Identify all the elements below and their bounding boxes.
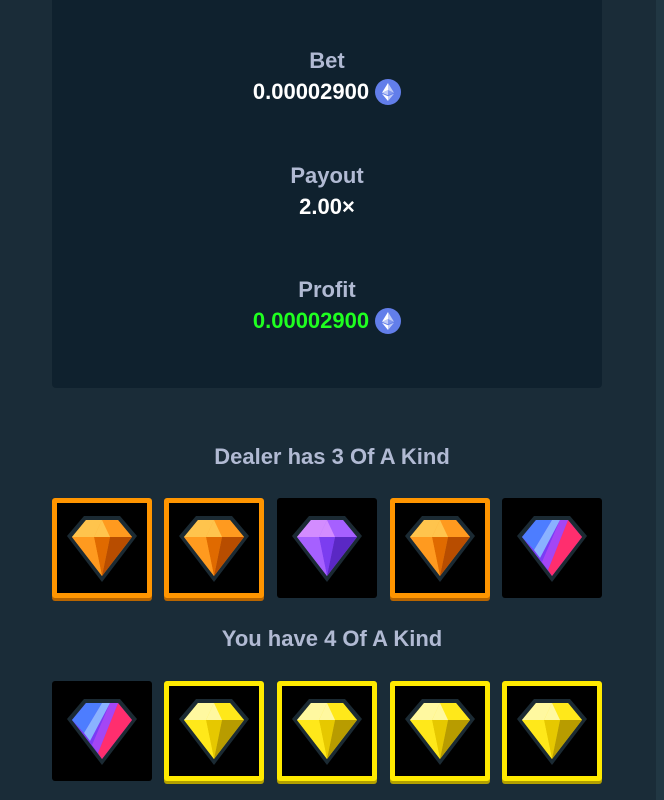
payout-value: 2.00× (299, 194, 355, 219)
dealer-card (52, 498, 152, 598)
yellow-gem-icon (517, 699, 587, 765)
bet-label: Bet (309, 48, 345, 73)
dealer-card (390, 498, 490, 598)
ethereum-icon (375, 308, 402, 334)
yellow-gem-icon (292, 699, 362, 765)
diamonds-game-view: Bet 0.00002900 Payout 2.00× Profit 0.000… (0, 0, 664, 800)
bet-value-row: 0.00002900 (252, 78, 402, 106)
player-card (390, 681, 490, 781)
dealer-card (277, 498, 377, 598)
yellow-gem-icon (179, 699, 249, 765)
player-card (52, 681, 152, 781)
profit-value-row: 0.00002900 (252, 307, 402, 335)
ethereum-icon (375, 79, 402, 105)
player-card (164, 681, 264, 781)
dealer-hand (52, 498, 602, 598)
bet-stat: Bet 0.00002900 (52, 48, 602, 106)
payout-label: Payout (290, 163, 364, 188)
player-card (502, 681, 602, 781)
profit-value: 0.00002900 (252, 308, 370, 333)
profit-label: Profit (298, 277, 356, 302)
multicolor-gem-icon (517, 516, 587, 582)
profit-stat: Profit 0.00002900 (52, 277, 602, 335)
player-card (277, 681, 377, 781)
payout-stat: Payout 2.00× (52, 163, 602, 221)
orange-gem-icon (179, 516, 249, 582)
dealer-hand-title: Dealer has 3 Of A Kind (214, 444, 450, 469)
dealer-card (164, 498, 264, 598)
bet-value: 0.00002900 (252, 79, 370, 104)
dealer-card (502, 498, 602, 598)
yellow-gem-icon (405, 699, 475, 765)
purple-gem-icon (292, 516, 362, 582)
result-panel: Bet 0.00002900 Payout 2.00× Profit 0.000… (52, 0, 602, 388)
scrollbar-track[interactable] (656, 0, 664, 800)
orange-gem-icon (405, 516, 475, 582)
player-hand-title: You have 4 Of A Kind (221, 626, 443, 651)
payout-value-row: 2.00× (299, 193, 355, 221)
orange-gem-icon (67, 516, 137, 582)
player-hand (52, 681, 602, 781)
multicolor-gem-icon (67, 699, 137, 765)
